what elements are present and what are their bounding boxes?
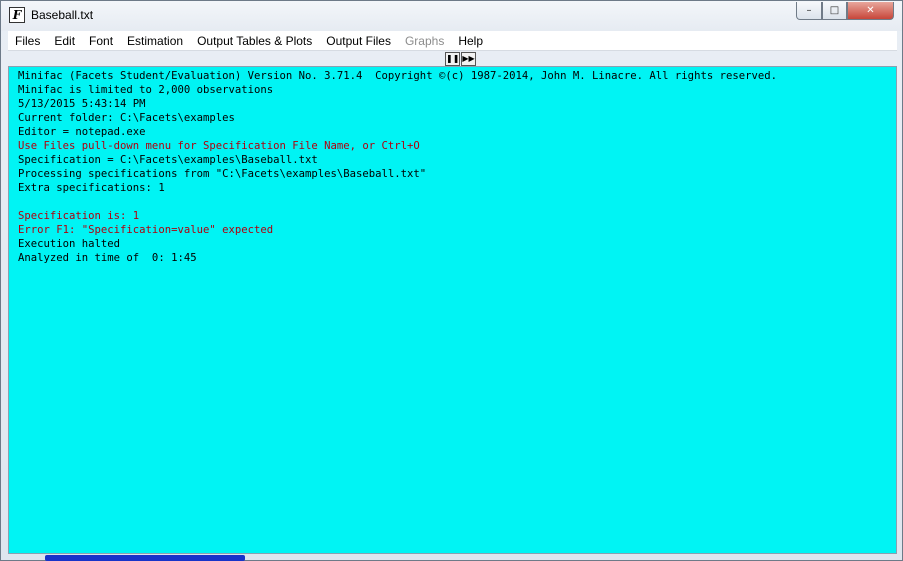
maximize-icon: □ — [829, 5, 840, 16]
facets-app-icon[interactable]: F — [9, 7, 25, 23]
window-title: Baseball.txt — [31, 8, 94, 22]
minimize-icon: – — [806, 5, 812, 16]
run-controls: ❚❚ ▶▶ — [445, 52, 477, 66]
output-line: Use Files pull-down menu for Specificati… — [18, 140, 420, 152]
menu-graphs: Graphs — [404, 33, 445, 48]
close-button[interactable]: ✕ — [847, 2, 894, 20]
fast-forward-icon: ▶▶ — [462, 54, 475, 63]
pause-button[interactable]: ❚❚ — [445, 52, 460, 66]
output-line: Editor = notepad.exe — [18, 126, 146, 138]
output-line: Execution halted — [18, 238, 121, 250]
output-line: Error F1: "Specification=value" expected — [18, 224, 274, 236]
output-line: Specification = C:\Facets\examples\Baseb… — [18, 154, 318, 166]
menu-estimation[interactable]: Estimation — [120, 34, 190, 48]
app-window: F Baseball.txt – □ ✕ Files Edit Font Est… — [0, 0, 903, 561]
output-line: 5/13/2015 5:43:14 PM — [18, 98, 146, 110]
menu-output-tables-plots[interactable]: Output Tables & Plots — [190, 34, 319, 48]
pause-icon: ❚❚ — [446, 54, 460, 63]
menu-font[interactable]: Font — [82, 34, 120, 48]
title-bar[interactable]: F Baseball.txt – □ ✕ — [1, 1, 902, 31]
output-line: Extra specifications: 1 — [18, 182, 165, 194]
menu-help[interactable]: Help — [451, 34, 490, 48]
output-console[interactable]: Minifac (Facets Student/Evaluation) Vers… — [8, 66, 897, 554]
output-line: Processing specifications from "C:\Facet… — [18, 168, 427, 180]
output-line: Current folder: C:\Facets\examples — [18, 112, 235, 124]
close-icon: ✕ — [866, 5, 875, 16]
taskbar-strip — [45, 555, 245, 561]
output-line: Specification is: 1 — [18, 210, 140, 222]
menu-edit[interactable]: Edit — [47, 34, 82, 48]
menu-files[interactable]: Files — [8, 34, 47, 48]
fast-forward-button[interactable]: ▶▶ — [461, 52, 476, 66]
minimize-button[interactable]: – — [796, 2, 822, 20]
output-line: Minifac (Facets Student/Evaluation) Vers… — [18, 70, 777, 82]
maximize-button[interactable]: □ — [822, 2, 847, 20]
output-line: Analyzed in time of 0: 1:45 — [18, 252, 197, 264]
menu-output-files[interactable]: Output Files — [319, 34, 398, 48]
menu-bar: Files Edit Font Estimation Output Tables… — [8, 31, 897, 51]
output-line: Minifac is limited to 2,000 observations — [18, 84, 274, 96]
